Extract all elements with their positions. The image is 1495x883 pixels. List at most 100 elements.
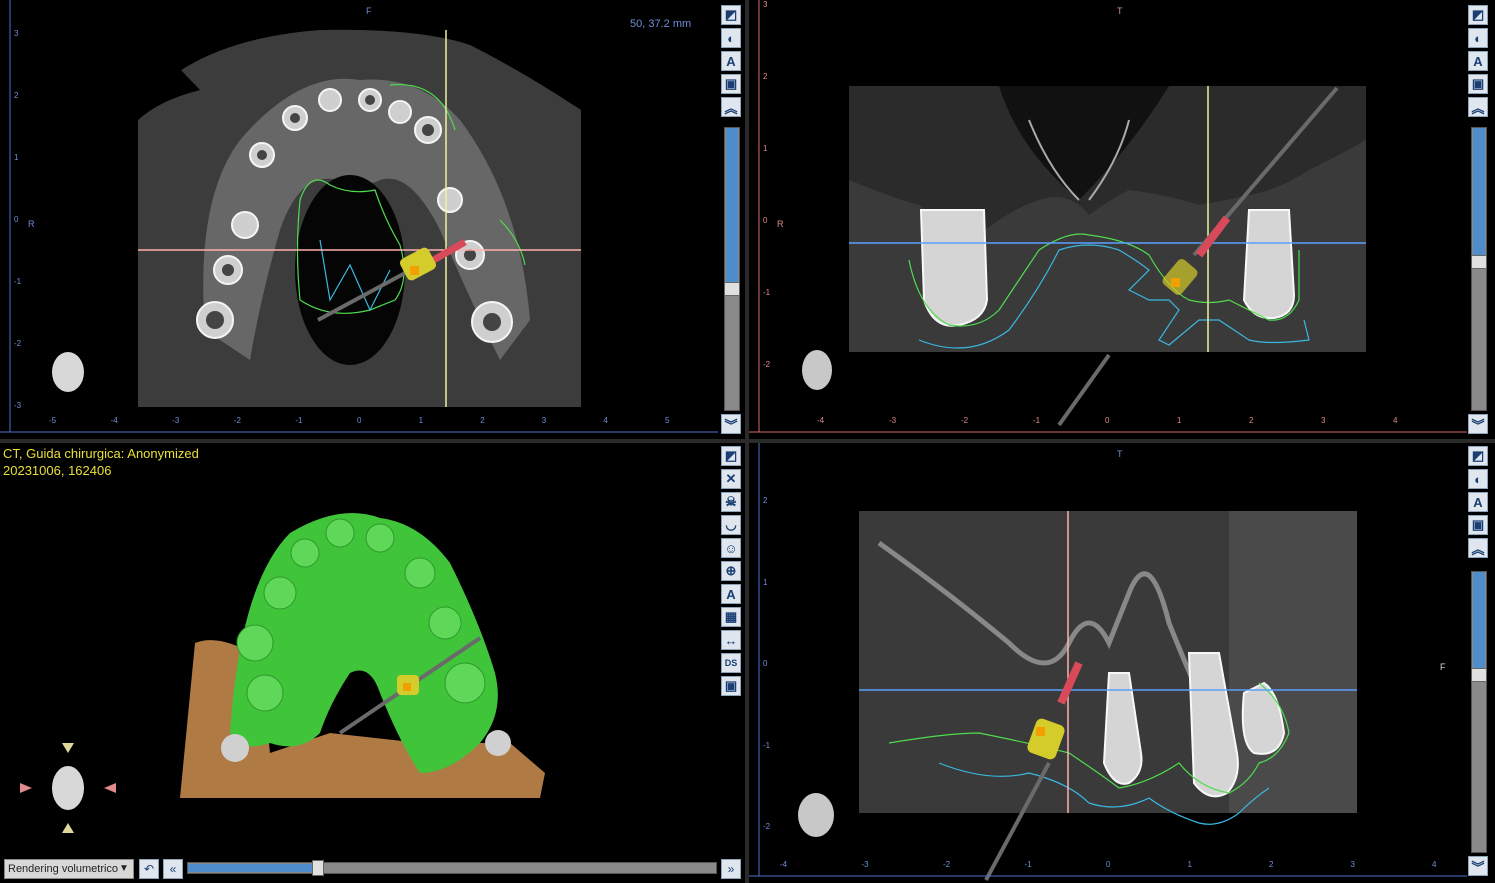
y-tick-label: 1 <box>763 577 768 587</box>
y-tick-label: 1 <box>763 144 768 153</box>
axial-view-pane[interactable]: F R 50, 37.2 mm -5 -4 -3 -2 -1 0 1 2 3 4 5 3 2 1 0 -1 -… <box>0 0 745 439</box>
arch-button[interactable]: ◡ <box>721 515 741 535</box>
x-tick-label: 3 <box>541 416 547 425</box>
orientation-top-label: T <box>1117 6 1123 16</box>
y-tick-label: -1 <box>14 277 22 286</box>
axial-ct-image[interactable] <box>0 0 745 439</box>
measurement-readout: 50, 37.2 mm <box>630 18 692 30</box>
axial-slice-slider[interactable] <box>724 127 740 411</box>
skull-button[interactable]: ☠ <box>721 492 741 512</box>
y-tick-label: 1 <box>14 153 19 162</box>
cut-button[interactable]: ✕ <box>721 469 741 489</box>
annotation-button[interactable]: A <box>1468 492 1488 512</box>
volume-render-pane[interactable]: CT, Guida chirurgica: Anonymized 2023100… <box>0 443 745 883</box>
reset-view-button[interactable]: ◩ <box>1468 446 1488 466</box>
x-tick-label: 2 <box>1249 416 1254 425</box>
slider-thumb[interactable] <box>1471 668 1487 682</box>
y-tick-label: -2 <box>763 360 771 369</box>
contrast-button[interactable]: ◐ <box>1468 28 1488 48</box>
y-tick-label: 0 <box>14 215 19 224</box>
screenshot-button[interactable]: ▣ <box>721 74 741 94</box>
y-tick-label: 2 <box>14 91 19 100</box>
x-tick-label: -2 <box>233 416 241 425</box>
x-tick-label: -2 <box>961 416 969 425</box>
coronal-view-pane[interactable]: T R -4 -3 -2 -1 0 1 2 3 4 3 2 1 0 -1 -2 ◩ ◐ A ▣ ︽ ︾ <box>749 0 1495 439</box>
measure-button[interactable]: ↔ <box>721 630 741 650</box>
slider-thumb[interactable] <box>1471 255 1487 269</box>
contrast-button[interactable]: ◐ <box>721 28 741 48</box>
x-tick-label: 1 <box>418 416 424 425</box>
screenshot-button[interactable]: ▣ <box>1468 74 1488 94</box>
x-tick-label: -3 <box>861 860 869 869</box>
3d-model-render[interactable] <box>0 443 720 856</box>
lock-icon <box>403 683 411 691</box>
x-tick-label: -2 <box>943 860 951 869</box>
x-tick-label: 4 <box>1393 416 1398 425</box>
slider-thumb[interactable] <box>312 860 324 876</box>
x-tick-label: -4 <box>817 416 825 425</box>
reset-view-button[interactable]: ◩ <box>721 5 741 25</box>
render-mode-value: Rendering volumetrico <box>8 863 119 875</box>
reset-view-button[interactable]: ◩ <box>1468 5 1488 25</box>
sagittal-slice-slider[interactable] <box>1471 571 1487 853</box>
orientation-widget[interactable] <box>20 743 116 833</box>
x-tick-label: 2 <box>480 416 485 425</box>
coronal-toolbar: ◩ ◐ A ▣ ︽ <box>1468 5 1490 117</box>
pane-divider-horizontal[interactable] <box>0 439 1495 443</box>
patient-orientation-icon <box>52 352 84 392</box>
chevron-down-icon: ▼ <box>119 863 129 874</box>
y-tick-label: 0 <box>763 659 768 668</box>
step-back-button[interactable]: « <box>163 859 183 879</box>
x-tick-label: -5 <box>49 416 57 425</box>
sagittal-toolbar: ◩ ◐ A ▣ ︽ <box>1468 446 1490 558</box>
render-mode-select[interactable]: Rendering volumetrico ▼ <box>4 859 134 879</box>
lock-icon <box>410 266 419 275</box>
y-tick-label: -2 <box>14 339 22 348</box>
coronal-slice-slider[interactable] <box>1471 127 1487 411</box>
ds-button[interactable]: DS <box>721 653 741 673</box>
x-tick-label: 5 <box>665 416 670 425</box>
orientation-right-label: F <box>1440 662 1446 672</box>
sagittal-view-pane[interactable]: T F -4 -3 -2 -1 0 1 2 3 4 2 1 0 -1 -2 ◩ ◐ A ▣ ︽ ︾ <box>749 443 1495 883</box>
lock-icon <box>1171 278 1180 287</box>
slider-thumb[interactable] <box>724 282 740 296</box>
scroll-up-button[interactable]: ︽ <box>721 97 741 117</box>
y-tick-label: -2 <box>763 822 771 831</box>
annotation-button[interactable]: A <box>1468 51 1488 71</box>
x-tick-label: -1 <box>1024 860 1032 869</box>
x-tick-label: 1 <box>1187 860 1192 869</box>
y-tick-label: -3 <box>14 401 22 410</box>
annotation-button[interactable]: A <box>721 584 741 604</box>
face-button[interactable]: ☺ <box>721 538 741 558</box>
orientation-left-label: R <box>28 219 35 229</box>
scroll-down-button[interactable]: ︾ <box>721 414 741 434</box>
step-forward-button[interactable]: » <box>721 859 741 879</box>
scroll-up-button[interactable]: ︽ <box>1468 538 1488 558</box>
y-tick-label: 3 <box>763 0 768 9</box>
orientation-top-label: T <box>1117 449 1123 459</box>
x-tick-label: 3 <box>1350 860 1355 869</box>
x-tick-label: -3 <box>172 416 180 425</box>
x-tick-label: 0 <box>357 416 362 425</box>
coronal-ct-image[interactable] <box>749 0 1495 439</box>
scroll-down-button[interactable]: ︾ <box>1468 856 1488 876</box>
grid-button[interactable]: ▦ <box>721 607 741 627</box>
scroll-up-button[interactable]: ︽ <box>1468 97 1488 117</box>
orientation-top-label: F <box>366 6 372 16</box>
x-tick-label: 4 <box>1432 860 1437 869</box>
sagittal-ct-image[interactable] <box>749 443 1495 883</box>
screenshot-button[interactable]: ▣ <box>1468 515 1488 535</box>
orient-button[interactable]: ⊕ <box>721 561 741 581</box>
3d-toolbar: ◩ ✕ ☠ ◡ ☺ ⊕ A ▦ ↔ DS ▣ <box>721 446 743 696</box>
screenshot-button[interactable]: ▣ <box>721 676 741 696</box>
y-tick-label: -1 <box>763 740 771 750</box>
rotate-button[interactable]: ↶ <box>139 859 159 879</box>
render-slider[interactable] <box>187 860 717 876</box>
axial-toolbar: ◩ ◐ A ▣ ︽ <box>721 5 743 117</box>
reset-view-button[interactable]: ◩ <box>721 446 741 466</box>
x-tick-label: 4 <box>603 416 608 425</box>
contrast-button[interactable]: ◐ <box>1468 469 1488 489</box>
annotation-button[interactable]: A <box>721 51 741 71</box>
scroll-down-button[interactable]: ︾ <box>1468 414 1488 434</box>
patient-orientation-icon <box>798 793 834 837</box>
